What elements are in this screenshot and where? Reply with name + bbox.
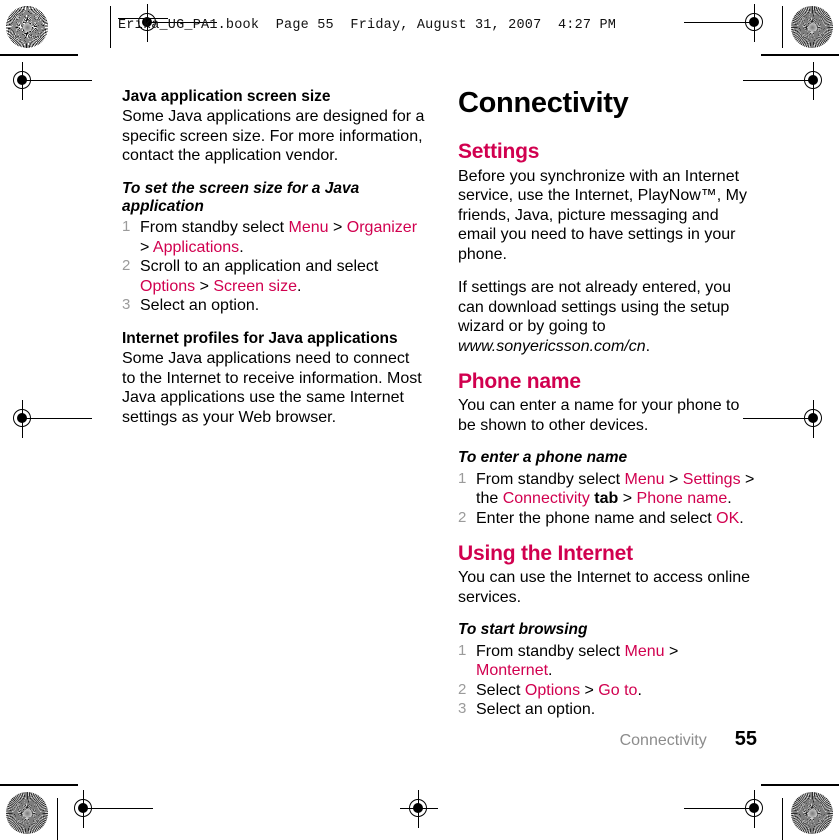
page-title: Connectivity xyxy=(458,87,629,119)
task-heading-set-screen-size: To set the screen size for a Java applic… xyxy=(122,179,360,216)
ui-term: Options xyxy=(524,681,581,699)
ui-term: Options xyxy=(140,277,196,295)
text-run: From standby select xyxy=(476,642,625,660)
step-item: Select Options > Go to. xyxy=(458,681,758,701)
paragraph-internet-profiles: Some Java applications need to connect t… xyxy=(122,350,422,426)
page-footer: Connectivity 55 xyxy=(122,728,757,751)
text-run: www.sonyericsson.com/cn xyxy=(458,337,646,355)
ui-term: Organizer xyxy=(346,219,418,237)
left-column: Java application screen size Some Java a… xyxy=(122,88,427,441)
text-run: > xyxy=(328,219,347,237)
ui-term: Settings xyxy=(682,470,741,488)
text-run: > xyxy=(140,238,153,256)
text-run: Select xyxy=(476,681,525,699)
ui-term: OK xyxy=(716,509,740,527)
paragraph-settings-intro: Before you synchronize with an Internet … xyxy=(458,167,747,263)
step-item: From standby select Menu > Settings > th… xyxy=(458,470,758,509)
paragraph-phone-name: You can enter a name for your phone to b… xyxy=(458,397,740,434)
step-item: From standby select Menu > Monternet. xyxy=(458,642,758,681)
text-run: . xyxy=(296,277,302,295)
step-item: Select an option. xyxy=(122,296,427,316)
text-run: > xyxy=(664,470,683,488)
text-run: Scroll to an application and select xyxy=(140,258,379,276)
ui-term: Phone name xyxy=(636,490,728,508)
text-run: > xyxy=(664,642,679,660)
page-content: Java application screen size Some Java a… xyxy=(0,0,839,840)
ui-term: Applications xyxy=(152,238,240,256)
text-run: . xyxy=(645,337,651,355)
text-run: . xyxy=(637,681,642,699)
paragraph-settings-download: If settings are not already entered, you… xyxy=(458,278,758,356)
text-run: > xyxy=(580,681,599,699)
footer-page-number: 55 xyxy=(734,728,757,750)
steps-set-screen-size: From standby select Menu > Organizer > A… xyxy=(122,218,427,316)
right-column: Connectivity Settings Before you synchro… xyxy=(458,88,758,734)
ui-term: Screen size xyxy=(213,277,297,295)
text-run: Enter the phone name and select xyxy=(476,509,717,527)
ui-term: Menu xyxy=(624,470,665,488)
text-run: From standby select xyxy=(476,470,625,488)
text-run: > xyxy=(618,490,637,508)
step-item: From standby select Menu > Organizer > A… xyxy=(122,218,427,257)
step-item: Select an option. xyxy=(458,700,758,720)
ui-term: Go to xyxy=(598,681,638,699)
ui-term: Menu xyxy=(624,642,665,660)
text-run: . xyxy=(548,662,553,680)
step-item: Scroll to an application and select Opti… xyxy=(122,257,427,296)
ui-term: Menu xyxy=(288,219,329,237)
text-run: > xyxy=(195,277,214,295)
section-heading-phone-name: Phone name xyxy=(458,370,581,394)
paragraph-java-screen-size: Some Java applications are designed for … xyxy=(122,108,425,165)
footer-chapter-name: Connectivity xyxy=(619,732,707,749)
ui-term: Connectivity xyxy=(502,490,590,508)
section-heading-settings: Settings xyxy=(458,140,540,164)
task-heading-enter-phone-name: To enter a phone name xyxy=(458,449,628,467)
paragraph-using-the-internet: You can use the Internet to access onlin… xyxy=(458,569,751,606)
text-run: If settings are not already entered, you… xyxy=(458,279,732,336)
heading-internet-profiles: Internet profiles for Java applications xyxy=(122,329,398,347)
text-run: Select an option. xyxy=(476,701,596,719)
task-heading-start-browsing: To start browsing xyxy=(458,621,588,639)
text-run: Select an option. xyxy=(140,297,260,315)
text-run: . xyxy=(739,509,744,527)
text-run: tab xyxy=(589,490,619,508)
steps-enter-phone-name: From standby select Menu > Settings > th… xyxy=(458,470,758,529)
ui-term: Monternet xyxy=(476,662,549,680)
text-run: . xyxy=(239,238,244,256)
heading-java-application-screen-size: Java application screen size xyxy=(122,88,331,105)
text-run: From standby select xyxy=(140,219,289,237)
step-item: Enter the phone name and select OK. xyxy=(458,509,758,529)
section-heading-using-the-internet: Using the Internet xyxy=(458,542,633,566)
text-run: . xyxy=(727,490,732,508)
steps-start-browsing: From standby select Menu > Monternet. Sel… xyxy=(458,642,758,720)
